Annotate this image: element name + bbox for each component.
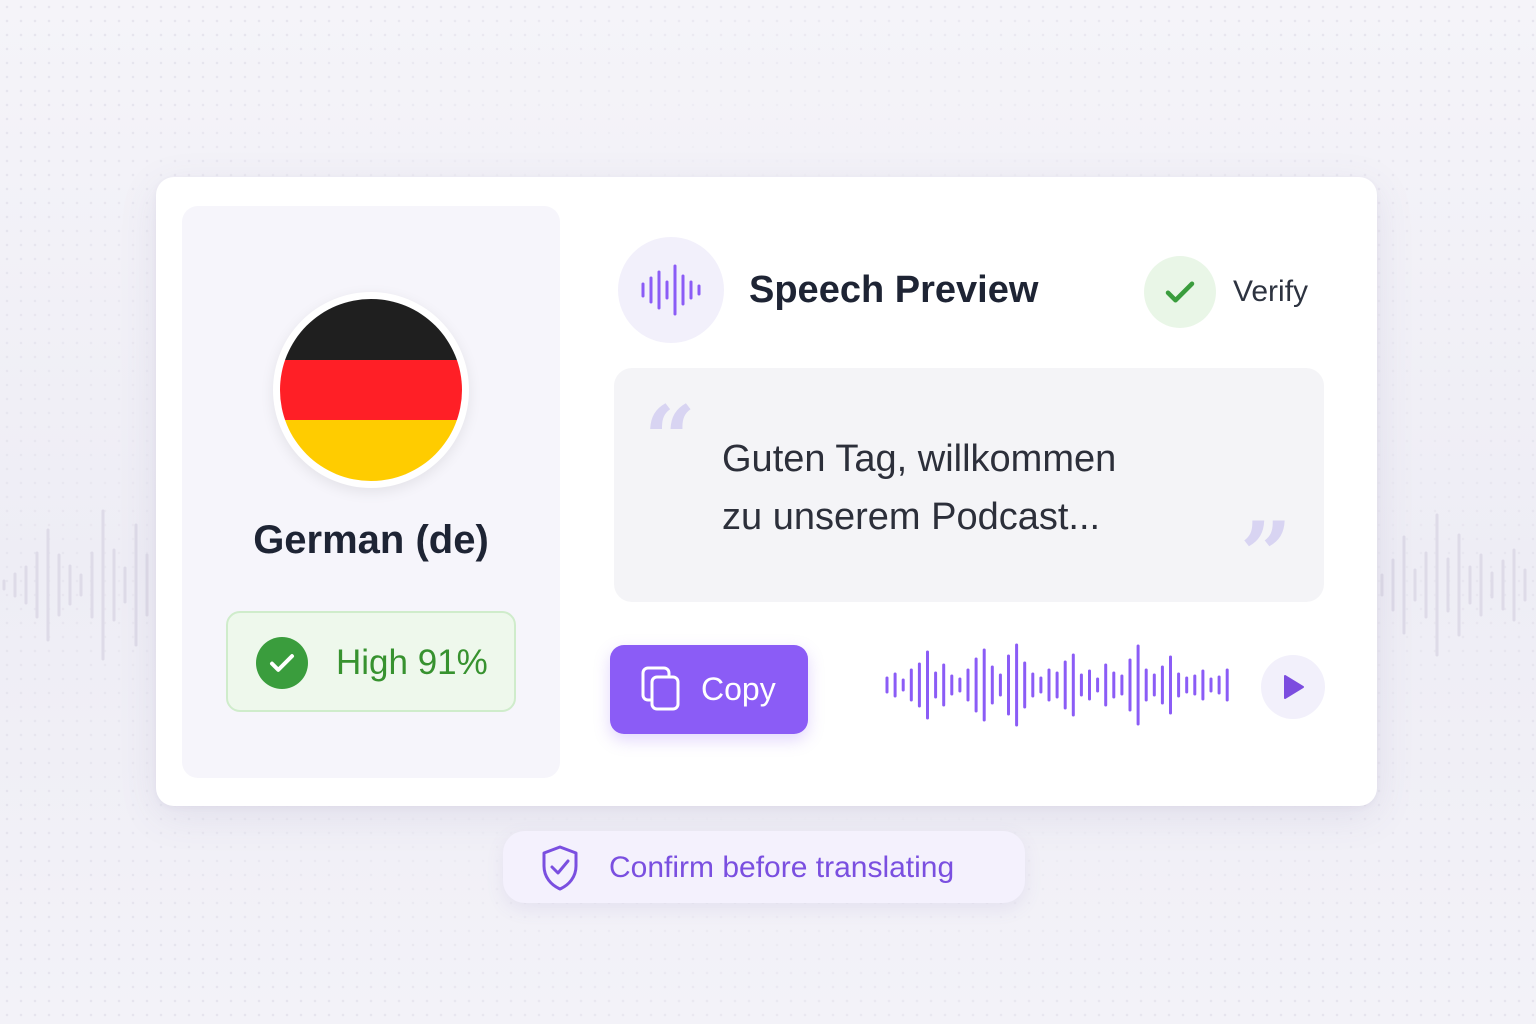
copy-label: Copy <box>701 671 776 707</box>
detected-language-panel: German (de) High 91% <box>182 206 560 778</box>
audio-waveform[interactable] <box>883 643 1239 727</box>
decorative-waveform-right <box>1380 513 1527 657</box>
verify-button[interactable]: Verify <box>1144 256 1326 328</box>
speech-preview-title: Speech Preview <box>749 269 1039 311</box>
open-quote-icon: “ <box>644 386 696 492</box>
confirm-before-translating-notice[interactable]: Confirm before translating <box>503 831 1025 903</box>
confidence-badge: High 91% <box>226 611 516 712</box>
checkmark-icon <box>1144 256 1216 328</box>
language-name: German (de) <box>253 518 489 562</box>
copy-button[interactable]: Copy <box>610 645 808 734</box>
germany-flag-icon <box>273 292 469 488</box>
flag-stripe-gold <box>280 420 462 481</box>
copy-icon <box>641 666 680 711</box>
play-button[interactable] <box>1261 655 1325 719</box>
language-detection-card: German (de) High 91% Speech Preview Veri… <box>156 177 1377 806</box>
verify-label: Verify <box>1233 275 1309 308</box>
shield-check-icon <box>542 845 578 891</box>
flag-stripe-red <box>280 359 462 421</box>
transcript-line-1: Guten Tag, willkommen <box>722 438 1117 480</box>
confirm-label: Confirm before translating <box>609 851 955 884</box>
decorative-waveform-left <box>2 509 149 661</box>
transcript-quote-box: “ Guten Tag, willkommen zu unserem Podca… <box>614 368 1324 602</box>
check-circle-icon <box>256 637 308 689</box>
play-icon <box>1284 675 1304 699</box>
flag-stripe-black <box>280 299 462 360</box>
confidence-label: High 91% <box>336 643 488 682</box>
sound-wave-icon <box>618 237 724 343</box>
transcript-text: Guten Tag, willkommen zu unserem Podcast… <box>722 430 1242 546</box>
transcript-line-2: zu unserem Podcast... <box>722 496 1101 538</box>
close-quote-icon: ” <box>1240 502 1292 608</box>
